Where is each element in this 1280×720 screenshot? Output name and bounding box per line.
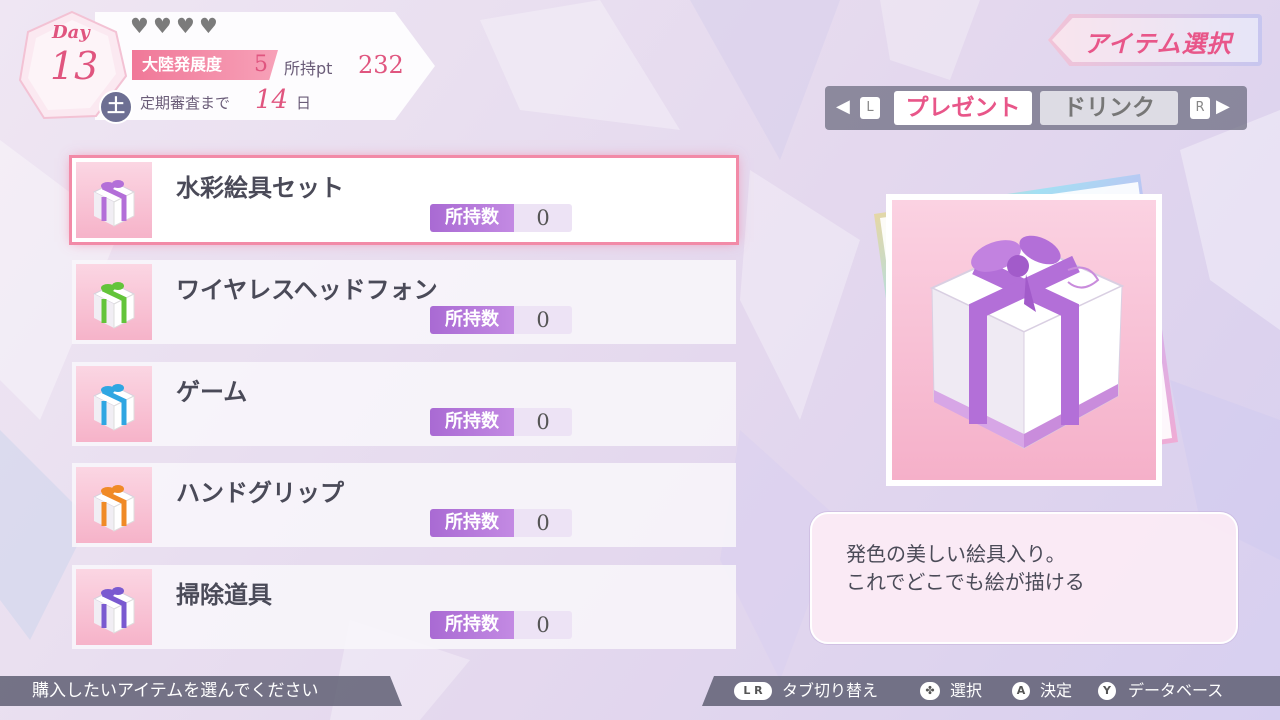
item-name: 掃除道具 (176, 581, 272, 609)
weekday-badge: 土 (99, 90, 133, 124)
owned-label: 所持数 (430, 509, 514, 537)
item-name: ハンドグリップ (176, 479, 344, 507)
instruction-bar: 購入したいアイテムを選んでください (0, 676, 402, 706)
lr-button-icon: L R (734, 682, 772, 700)
owned-label: 所持数 (430, 611, 514, 639)
item-icon-frame (76, 162, 152, 238)
item-preview (874, 174, 1178, 486)
day-number: 13 (50, 44, 99, 88)
gift-box-icon (92, 485, 136, 532)
points-value: 232 (358, 51, 404, 79)
review-days: 14 (255, 85, 289, 115)
owned-count: 0 (514, 408, 572, 436)
description-line-2: これでどこでも絵が描ける (846, 570, 1085, 594)
heart-icon: ♥ (130, 14, 149, 38)
page-title: アイテム選択 (1084, 30, 1232, 58)
review-unit: 日 (296, 94, 312, 112)
owned-label: 所持数 (430, 306, 514, 334)
item-row-game[interactable]: ゲーム 所持数 0 (72, 362, 736, 446)
item-icon-frame (76, 264, 152, 340)
hint-database: データベース (1128, 681, 1224, 700)
item-name: ゲーム (176, 378, 248, 406)
day-label: Day (52, 22, 90, 43)
owned-label: 所持数 (430, 204, 514, 232)
owned-count: 0 (514, 204, 572, 232)
affection-hearts: ♥ ♥ ♥ ♥ (130, 14, 219, 38)
tab-left-arrow-icon[interactable]: ◀ (836, 96, 850, 118)
a-button-icon: A (1012, 682, 1030, 700)
item-row-cleaning-tools[interactable]: 掃除道具 所持数 0 (72, 565, 736, 649)
item-name: 水彩絵具セット (176, 174, 344, 202)
y-button-icon: Y (1098, 682, 1116, 700)
tab-right-arrow-icon[interactable]: ▶ (1216, 96, 1230, 118)
tab-left-key[interactable]: L (860, 97, 880, 119)
hint-select: 選択 (950, 681, 983, 700)
gift-box-icon (92, 587, 136, 634)
heart-icon: ♥ (176, 14, 195, 38)
item-name: ワイヤレスヘッドフォン (176, 276, 438, 304)
heart-icon: ♥ (153, 14, 172, 38)
tab-right-key[interactable]: R (1190, 97, 1210, 119)
points-label: 所持pt (284, 59, 333, 78)
owned-label: 所持数 (430, 408, 514, 436)
item-row-hand-grip[interactable]: ハンドグリップ 所持数 0 (72, 463, 736, 547)
review-label: 定期審査まで (140, 94, 231, 112)
owned-count: 0 (514, 509, 572, 537)
tab-present[interactable]: プレゼント (894, 91, 1032, 125)
item-icon-frame (76, 569, 152, 645)
owned-count: 0 (514, 611, 572, 639)
development-value: 5 (254, 52, 268, 77)
tab-drink[interactable]: ドリンク (1040, 91, 1178, 125)
item-row-wireless-headphones[interactable]: ワイヤレスヘッドフォン 所持数 0 (72, 260, 736, 344)
dpad-icon: ✤ (920, 682, 940, 700)
description-line-1: 発色の美しい絵具入り。 (846, 542, 1066, 566)
tab-bar (825, 86, 1247, 130)
hint-tab-switch: タブ切り替え (782, 681, 879, 700)
gift-box-icon (92, 180, 136, 227)
owned-count: 0 (514, 306, 572, 334)
item-icon-frame (76, 467, 152, 543)
gift-box-icon (92, 282, 136, 329)
item-icon-frame (76, 366, 152, 442)
heart-icon: ♥ (199, 14, 218, 38)
gift-box-icon (92, 384, 136, 431)
item-row-watercolor-set[interactable]: 水彩絵具セット 所持数 0 (72, 158, 736, 242)
hint-confirm: 決定 (1040, 681, 1073, 700)
